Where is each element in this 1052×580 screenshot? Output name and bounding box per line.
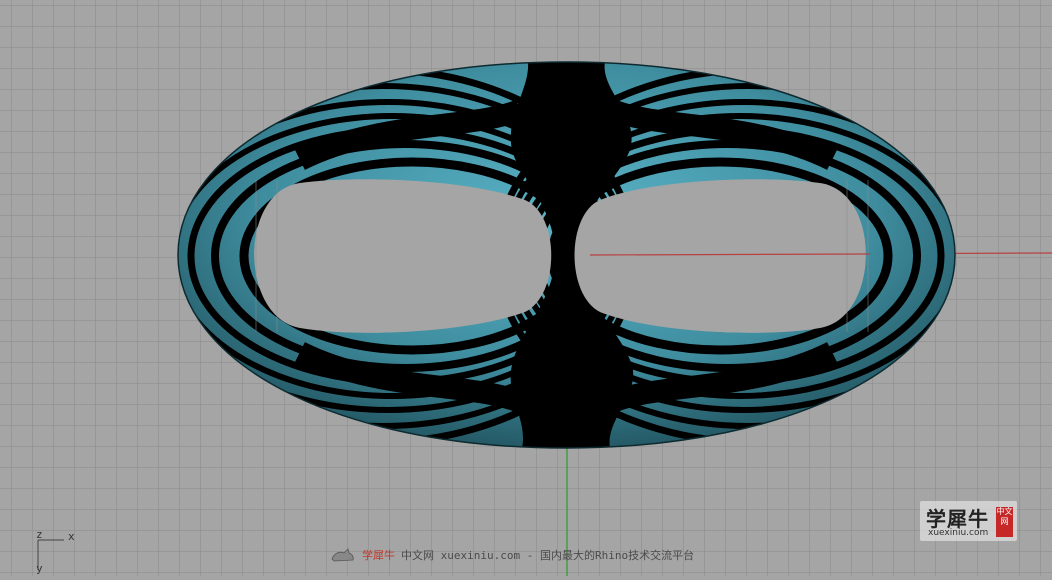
watermark-brand: 学犀牛 bbox=[362, 549, 395, 562]
logo-url: xuexiniu.com bbox=[928, 528, 989, 538]
z-axis-label: z bbox=[36, 528, 43, 541]
x-axis-label: x bbox=[68, 530, 75, 543]
right-hole bbox=[574, 179, 866, 333]
axis-indicator: z x y bbox=[30, 528, 80, 576]
rhino-icon bbox=[331, 548, 354, 562]
site-logo: 学犀牛 xuexiniu.com 中文网 bbox=[920, 501, 1017, 541]
left-hole bbox=[254, 179, 552, 333]
watermark-text: 中文网 xuexiniu.com - 国内最大的Rhino技术交流平台 bbox=[401, 549, 695, 562]
y-axis-label: y bbox=[36, 562, 43, 575]
double-torus-surface[interactable] bbox=[125, 61, 1007, 449]
perspective-viewport[interactable]: z x y 学犀牛 中文网 xuexiniu.com - 国内最大的Rhino技… bbox=[0, 0, 1052, 576]
logo-stamp: 中文网 bbox=[996, 507, 1013, 537]
viewport-scene[interactable] bbox=[0, 0, 1052, 576]
watermark-caption: 学犀牛 中文网 xuexiniu.com - 国内最大的Rhino技术交流平台 bbox=[330, 544, 694, 566]
